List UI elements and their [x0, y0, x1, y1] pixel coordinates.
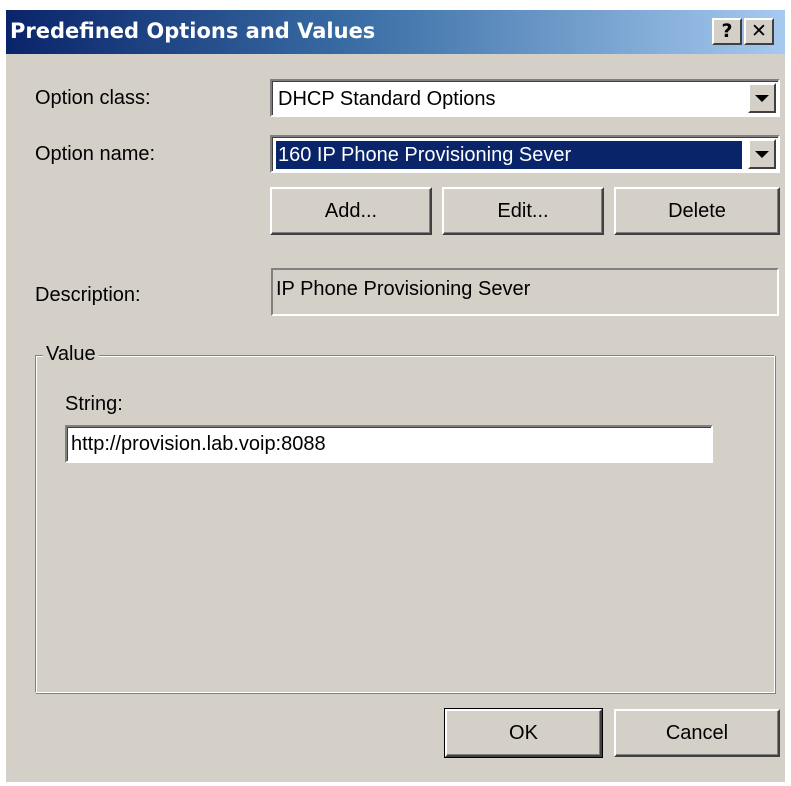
option-name-dropdown[interactable]: 160 IP Phone Provisioning Sever	[270, 135, 780, 173]
option-name-dropdown-button[interactable]	[748, 139, 776, 169]
description-field: IP Phone Provisioning Sever	[271, 268, 779, 316]
ok-button[interactable]: OK	[444, 708, 603, 758]
edit-button[interactable]: Edit...	[442, 187, 604, 235]
close-icon: ✕	[751, 20, 767, 42]
close-button[interactable]: ✕	[744, 18, 774, 45]
add-button[interactable]: Add...	[270, 187, 432, 235]
description-value: IP Phone Provisioning Sever	[276, 278, 531, 300]
cancel-button[interactable]: Cancel	[614, 709, 780, 757]
title-bar[interactable]: Predefined Options and Values ? ✕	[6, 10, 785, 54]
option-class-label: Option class:	[35, 87, 151, 109]
dialog-window: Predefined Options and Values ? ✕ Option…	[6, 10, 785, 782]
delete-button[interactable]: Delete	[614, 187, 780, 235]
help-icon: ?	[721, 20, 733, 42]
chevron-down-icon	[755, 150, 769, 158]
option-name-value: 160 IP Phone Provisioning Sever	[276, 141, 742, 169]
string-label: String:	[65, 393, 123, 415]
help-button[interactable]: ?	[712, 18, 742, 45]
option-class-dropdown-button[interactable]	[748, 83, 776, 113]
description-label: Description:	[35, 284, 141, 306]
value-group-legend: Value	[43, 343, 99, 366]
window-title: Predefined Options and Values	[10, 19, 376, 43]
chevron-down-icon	[755, 94, 769, 102]
option-class-dropdown[interactable]: DHCP Standard Options	[270, 79, 780, 117]
string-input[interactable]	[65, 425, 713, 463]
option-class-value: DHCP Standard Options	[278, 88, 496, 110]
value-groupbox	[35, 355, 775, 693]
option-name-label: Option name:	[35, 143, 156, 165]
